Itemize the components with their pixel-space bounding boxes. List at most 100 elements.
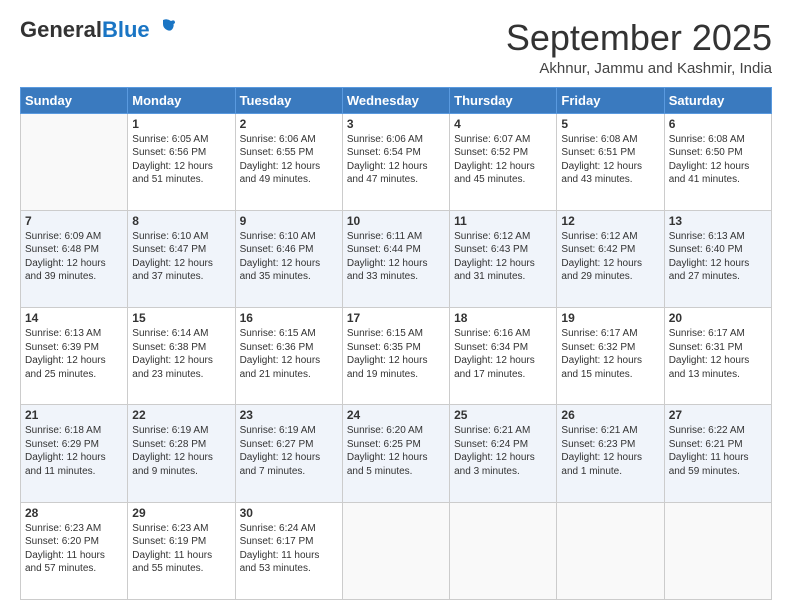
cell-info: Sunrise: 6:05 AMSunset: 6:56 PMDaylight:… (132, 133, 230, 187)
cell-info: Sunrise: 6:12 AMSunset: 6:43 PMDaylight:… (454, 230, 552, 284)
day-number: 16 (240, 311, 338, 325)
cell-info: Sunrise: 6:08 AMSunset: 6:50 PMDaylight:… (669, 133, 767, 187)
day-number: 14 (25, 311, 123, 325)
week-row-3: 14 Sunrise: 6:13 AMSunset: 6:39 PMDayligh… (21, 308, 772, 405)
week-row-1: 1 Sunrise: 6:05 AMSunset: 6:56 PMDaylight… (21, 113, 772, 210)
day-number: 23 (240, 408, 338, 422)
cell-info: Sunrise: 6:13 AMSunset: 6:40 PMDaylight:… (669, 230, 767, 284)
calendar-cell: 21 Sunrise: 6:18 AMSunset: 6:29 PMDayligh… (21, 405, 128, 502)
logo-general-text: General (20, 17, 102, 42)
cell-info: Sunrise: 6:10 AMSunset: 6:47 PMDaylight:… (132, 230, 230, 284)
cell-info: Sunrise: 6:23 AMSunset: 6:20 PMDaylight:… (25, 522, 123, 576)
week-row-2: 7 Sunrise: 6:09 AMSunset: 6:48 PMDaylight… (21, 210, 772, 307)
day-number: 15 (132, 311, 230, 325)
cell-info: Sunrise: 6:11 AMSunset: 6:44 PMDaylight:… (347, 230, 445, 284)
logo-blue-text: Blue (102, 17, 150, 42)
calendar-cell: 8 Sunrise: 6:10 AMSunset: 6:47 PMDaylight… (128, 210, 235, 307)
day-number: 24 (347, 408, 445, 422)
weekday-header-row: SundayMondayTuesdayWednesdayThursdayFrid… (21, 87, 772, 113)
calendar-cell: 23 Sunrise: 6:19 AMSunset: 6:27 PMDayligh… (235, 405, 342, 502)
day-number: 27 (669, 408, 767, 422)
calendar-cell (21, 113, 128, 210)
day-number: 8 (132, 214, 230, 228)
cell-info: Sunrise: 6:12 AMSunset: 6:42 PMDaylight:… (561, 230, 659, 284)
day-number: 17 (347, 311, 445, 325)
calendar-cell: 1 Sunrise: 6:05 AMSunset: 6:56 PMDaylight… (128, 113, 235, 210)
day-number: 25 (454, 408, 552, 422)
calendar-cell: 27 Sunrise: 6:22 AMSunset: 6:21 PMDayligh… (664, 405, 771, 502)
calendar-cell: 2 Sunrise: 6:06 AMSunset: 6:55 PMDaylight… (235, 113, 342, 210)
month-title: September 2025 (506, 18, 772, 58)
cell-info: Sunrise: 6:17 AMSunset: 6:32 PMDaylight:… (561, 327, 659, 381)
cell-info: Sunrise: 6:10 AMSunset: 6:46 PMDaylight:… (240, 230, 338, 284)
weekday-header-friday: Friday (557, 87, 664, 113)
cell-info: Sunrise: 6:07 AMSunset: 6:52 PMDaylight:… (454, 133, 552, 187)
calendar-cell: 20 Sunrise: 6:17 AMSunset: 6:31 PMDayligh… (664, 308, 771, 405)
cell-info: Sunrise: 6:08 AMSunset: 6:51 PMDaylight:… (561, 133, 659, 187)
calendar-cell: 6 Sunrise: 6:08 AMSunset: 6:50 PMDaylight… (664, 113, 771, 210)
cell-info: Sunrise: 6:24 AMSunset: 6:17 PMDaylight:… (240, 522, 338, 576)
day-number: 26 (561, 408, 659, 422)
calendar-cell: 14 Sunrise: 6:13 AMSunset: 6:39 PMDayligh… (21, 308, 128, 405)
location: Akhnur, Jammu and Kashmir, India (506, 60, 772, 77)
page: GeneralBlue September 2025 Akhnur, Jammu… (0, 0, 792, 612)
week-row-4: 21 Sunrise: 6:18 AMSunset: 6:29 PMDayligh… (21, 405, 772, 502)
day-number: 4 (454, 117, 552, 131)
cell-info: Sunrise: 6:13 AMSunset: 6:39 PMDaylight:… (25, 327, 123, 381)
calendar-cell: 9 Sunrise: 6:10 AMSunset: 6:46 PMDaylight… (235, 210, 342, 307)
cell-info: Sunrise: 6:19 AMSunset: 6:28 PMDaylight:… (132, 424, 230, 478)
day-number: 2 (240, 117, 338, 131)
calendar-cell: 19 Sunrise: 6:17 AMSunset: 6:32 PMDayligh… (557, 308, 664, 405)
day-number: 1 (132, 117, 230, 131)
calendar-cell: 30 Sunrise: 6:24 AMSunset: 6:17 PMDayligh… (235, 502, 342, 599)
calendar-cell: 16Sunrise: 6:15 AMSunset: 6:36 PMDayligh… (235, 308, 342, 405)
logo: GeneralBlue (20, 18, 175, 42)
day-number: 29 (132, 506, 230, 520)
cell-info: Sunrise: 6:17 AMSunset: 6:31 PMDaylight:… (669, 327, 767, 381)
weekday-header-monday: Monday (128, 87, 235, 113)
day-number: 7 (25, 214, 123, 228)
day-number: 21 (25, 408, 123, 422)
day-number: 22 (132, 408, 230, 422)
calendar-cell: 15 Sunrise: 6:14 AMSunset: 6:38 PMDayligh… (128, 308, 235, 405)
day-number: 3 (347, 117, 445, 131)
calendar-cell (342, 502, 449, 599)
logo-bird-icon (153, 18, 175, 38)
day-number: 28 (25, 506, 123, 520)
day-number: 30 (240, 506, 338, 520)
calendar-cell: 4 Sunrise: 6:07 AMSunset: 6:52 PMDaylight… (450, 113, 557, 210)
cell-info: Sunrise: 6:23 AMSunset: 6:19 PMDaylight:… (132, 522, 230, 576)
calendar-cell: 25Sunrise: 6:21 AMSunset: 6:24 PMDayligh… (450, 405, 557, 502)
cell-info: Sunrise: 6:06 AMSunset: 6:54 PMDaylight:… (347, 133, 445, 187)
cell-info: Sunrise: 6:15 AMSunset: 6:35 PMDaylight:… (347, 327, 445, 381)
day-number: 6 (669, 117, 767, 131)
day-number: 11 (454, 214, 552, 228)
day-number: 9 (240, 214, 338, 228)
cell-info: Sunrise: 6:14 AMSunset: 6:38 PMDaylight:… (132, 327, 230, 381)
calendar-cell: 12Sunrise: 6:12 AMSunset: 6:42 PMDayligh… (557, 210, 664, 307)
title-block: September 2025 Akhnur, Jammu and Kashmir… (506, 18, 772, 77)
day-number: 18 (454, 311, 552, 325)
day-number: 13 (669, 214, 767, 228)
calendar-cell: 22 Sunrise: 6:19 AMSunset: 6:28 PMDayligh… (128, 405, 235, 502)
calendar-cell: 24Sunrise: 6:20 AMSunset: 6:25 PMDayligh… (342, 405, 449, 502)
cell-info: Sunrise: 6:06 AMSunset: 6:55 PMDaylight:… (240, 133, 338, 187)
calendar-cell: 17 Sunrise: 6:15 AMSunset: 6:35 PMDayligh… (342, 308, 449, 405)
calendar-cell: 29 Sunrise: 6:23 AMSunset: 6:19 PMDayligh… (128, 502, 235, 599)
calendar-table: SundayMondayTuesdayWednesdayThursdayFrid… (20, 87, 772, 600)
cell-info: Sunrise: 6:18 AMSunset: 6:29 PMDaylight:… (25, 424, 123, 478)
header: GeneralBlue September 2025 Akhnur, Jammu… (20, 18, 772, 77)
cell-info: Sunrise: 6:09 AMSunset: 6:48 PMDaylight:… (25, 230, 123, 284)
logo-general: GeneralBlue (20, 18, 150, 42)
day-number: 20 (669, 311, 767, 325)
cell-info: Sunrise: 6:19 AMSunset: 6:27 PMDaylight:… (240, 424, 338, 478)
calendar-cell: 5Sunrise: 6:08 AMSunset: 6:51 PMDaylight… (557, 113, 664, 210)
day-number: 10 (347, 214, 445, 228)
cell-info: Sunrise: 6:22 AMSunset: 6:21 PMDaylight:… (669, 424, 767, 478)
calendar-cell (557, 502, 664, 599)
day-number: 19 (561, 311, 659, 325)
calendar-cell (664, 502, 771, 599)
weekday-header-thursday: Thursday (450, 87, 557, 113)
calendar-cell: 18Sunrise: 6:16 AMSunset: 6:34 PMDayligh… (450, 308, 557, 405)
calendar-cell: 11 Sunrise: 6:12 AMSunset: 6:43 PMDayligh… (450, 210, 557, 307)
